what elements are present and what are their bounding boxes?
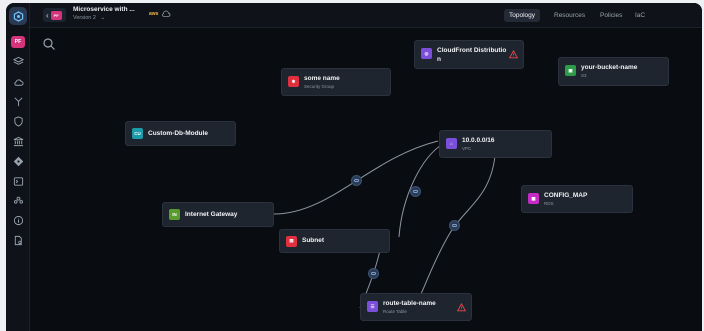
security-group-icon: ✱: [288, 76, 299, 87]
node-name: Internet Gateway: [185, 210, 238, 218]
info-icon[interactable]: [10, 212, 26, 228]
database-icon: ▦: [528, 193, 539, 204]
node-vpc[interactable]: ⌂ 10.0.0.0/16 VPC: [439, 130, 552, 158]
gateway-icon: IN: [169, 209, 180, 220]
node-name: 10.0.0.0/16: [462, 137, 495, 144]
node-cloudfront[interactable]: ◎ CloudFront Distributio n: [414, 40, 524, 69]
chevron-left-icon: ‹: [46, 10, 49, 20]
node-name: CloudFront Distributio: [437, 47, 507, 54]
node-type: S3: [581, 73, 587, 78]
tab-resources[interactable]: Resources: [549, 9, 590, 22]
document-search-icon[interactable]: [10, 232, 26, 248]
edge-subnet-vpc: [398, 142, 445, 238]
node-s3-bucket[interactable]: ▣ your-bucket-name S3: [558, 57, 669, 86]
node-security-group[interactable]: ✱ some name Security Group: [281, 68, 391, 96]
left-sidebar: PF: [6, 3, 30, 331]
tab-iac[interactable]: IaC: [630, 9, 650, 22]
node-name-cont: n: [437, 56, 441, 63]
layers-icon[interactable]: [10, 53, 26, 69]
edge-connector-icon[interactable]: [368, 268, 379, 279]
module-icon: CU: [132, 128, 143, 139]
git-icon[interactable]: [10, 153, 26, 169]
edge-connector-icon[interactable]: [449, 220, 460, 231]
topology-canvas[interactable]: ◎ CloudFront Distributio n ▣ your-bucket…: [30, 28, 702, 331]
app-window: PF ‹ PF Microservice with ... Version 2 …: [6, 3, 702, 331]
chevron-down-icon: ⌄: [100, 15, 106, 21]
cloud-icon: [162, 10, 171, 17]
node-name: your-bucket-name: [581, 64, 638, 71]
node-type: VPC: [462, 146, 472, 151]
node-internet-gateway[interactable]: IN Internet Gateway: [162, 202, 274, 227]
node-name: Subnet: [302, 237, 325, 244]
shield-icon[interactable]: [10, 113, 26, 129]
cloudfront-icon: ◎: [421, 48, 432, 59]
aws-provider-tag: aws: [149, 11, 159, 17]
node-subnet[interactable]: ▤ Subnet: [279, 229, 390, 253]
route-table-icon: ☰: [367, 301, 378, 312]
node-name: CONFIG_MAP: [544, 192, 588, 199]
bucket-icon: ▣: [565, 65, 576, 76]
version-label: Version 2: [73, 15, 96, 21]
project-title[interactable]: Microservice with ...: [73, 6, 135, 13]
project-badge-small: PF: [50, 10, 62, 20]
node-name: some name: [304, 75, 340, 82]
tab-policies[interactable]: Policies: [595, 9, 627, 22]
version-selector[interactable]: Version 2 ⌄: [73, 15, 105, 21]
vpc-icon: ⌂: [446, 138, 457, 149]
node-name: Custom-Db-Module: [148, 129, 208, 137]
node-type: RDS: [544, 201, 554, 206]
node-route-table[interactable]: ☰ route-table-name Route Table: [360, 293, 472, 321]
tab-topology[interactable]: Topology: [504, 9, 541, 22]
back-button[interactable]: ‹ PF: [43, 8, 66, 22]
terminal-icon[interactable]: [10, 173, 26, 189]
node-name: route-table-name: [383, 300, 436, 307]
bank-icon[interactable]: [10, 133, 26, 149]
project-badge[interactable]: PF: [11, 36, 25, 48]
team-icon[interactable]: [10, 192, 26, 208]
node-config-map[interactable]: ▦ CONFIG_MAP RDS: [521, 185, 633, 213]
warning-icon[interactable]: [509, 50, 518, 59]
edge-connector-icon[interactable]: [410, 186, 421, 197]
node-type: Security Group: [304, 84, 335, 89]
subnet-icon: ▤: [286, 235, 297, 247]
top-bar: ‹ PF Microservice with ... Version 2 ⌄ a…: [30, 3, 702, 28]
warning-icon[interactable]: [457, 303, 466, 312]
cloud-icon[interactable]: [10, 74, 26, 90]
branch-icon[interactable]: [10, 93, 26, 109]
node-custom-db-module[interactable]: CU Custom-Db-Module: [125, 121, 236, 146]
node-type: Route Table: [383, 309, 407, 314]
app-logo-icon[interactable]: [9, 7, 27, 25]
edge-connector-icon[interactable]: [351, 175, 362, 186]
